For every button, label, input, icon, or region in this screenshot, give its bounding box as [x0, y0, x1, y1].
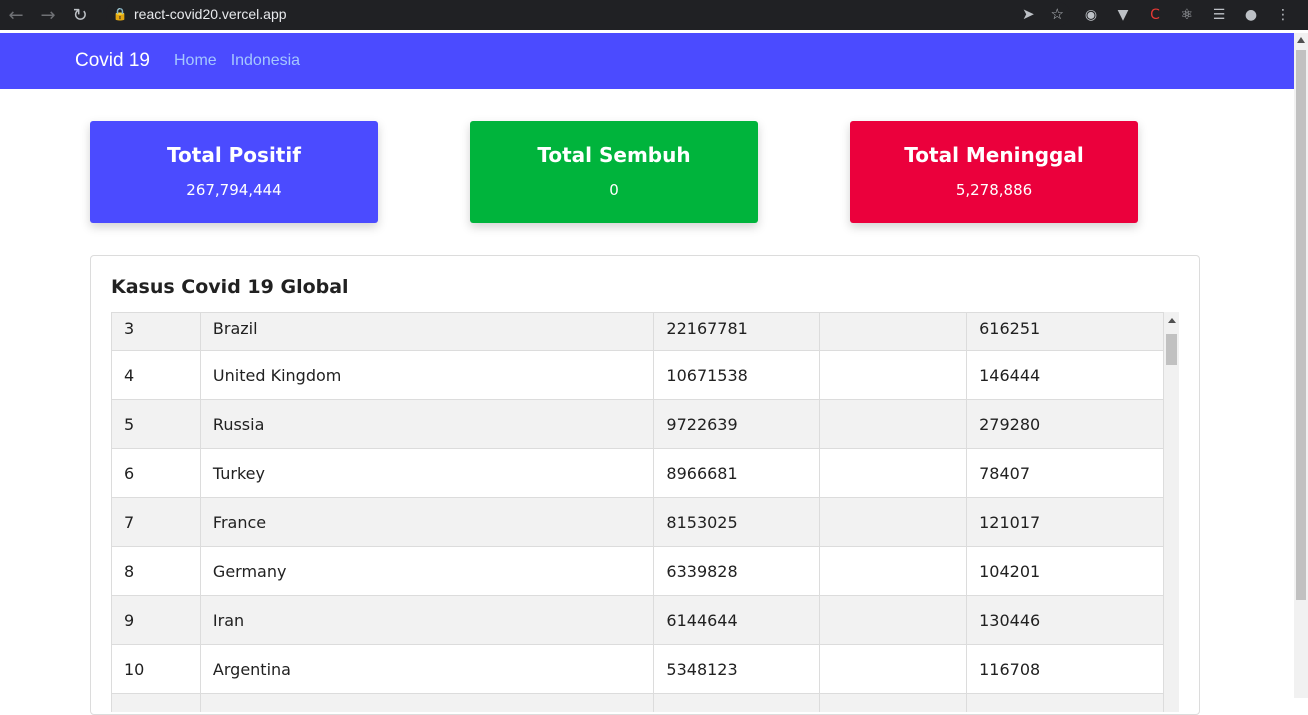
cell-recovered — [819, 448, 968, 498]
forward-icon[interactable]: → — [32, 0, 64, 30]
reload-icon[interactable]: ↻ — [64, 0, 96, 30]
cell-recovered — [819, 497, 968, 547]
cell-no: 7 — [111, 497, 201, 547]
extension-icon[interactable]: ◉ — [1080, 4, 1102, 26]
cell-cases: 22167781 — [653, 312, 821, 351]
cell-country: Turkey — [199, 448, 655, 498]
scroll-up-icon[interactable] — [1297, 37, 1305, 43]
panel-title: Kasus Covid 19 Global — [111, 276, 349, 298]
cell-cases — [653, 693, 821, 712]
table-row: 6 Turkey 8966681 78407 — [111, 448, 1164, 498]
navbar: Covid 19 Home Indonesia — [0, 33, 1294, 89]
back-icon[interactable]: ← — [0, 0, 32, 30]
lock-icon: 🔒 — [112, 7, 128, 21]
total-positif-card: Total Positif 267,794,444 — [90, 121, 378, 223]
extension-icon[interactable]: C — [1144, 4, 1166, 26]
cell-cases: 5348123 — [653, 644, 821, 694]
star-icon[interactable]: ☆ — [1051, 5, 1064, 23]
nav-link-home[interactable]: Home — [174, 52, 217, 70]
cell-no — [111, 693, 201, 712]
cell-country: Iran — [199, 595, 655, 645]
scrollbar-thumb[interactable] — [1166, 334, 1177, 365]
cell-deaths: 616251 — [966, 312, 1164, 351]
cell-no: 8 — [111, 546, 201, 596]
cases-table: 3 Brazil 22167781 616251 4 United Kingdom 1067… — [111, 312, 1164, 712]
address-bar[interactable]: 🔒 react-covid20.vercel.app ➤ ☆ — [106, 2, 1070, 26]
cell-deaths: 121017 — [966, 497, 1164, 547]
table-row — [111, 693, 1164, 712]
cell-recovered — [819, 595, 968, 645]
cell-no: 3 — [111, 312, 201, 351]
table-row: 10 Argentina 5348123 116708 — [111, 644, 1164, 694]
browser-toolbar: ← → ↻ 🔒 react-covid20.vercel.app ➤ ☆ ◉ ▼… — [0, 0, 1308, 30]
extension-icon[interactable]: ▼ — [1112, 4, 1134, 26]
table-scrollbar[interactable] — [1164, 312, 1179, 712]
cell-cases: 6339828 — [653, 546, 821, 596]
cell-cases: 10671538 — [653, 350, 821, 400]
cell-cases: 6144644 — [653, 595, 821, 645]
cell-deaths: 279280 — [966, 399, 1164, 449]
cell-no: 10 — [111, 644, 201, 694]
table-row: 3 Brazil 22167781 616251 — [111, 312, 1164, 351]
cell-no: 9 — [111, 595, 201, 645]
total-meninggal-card: Total Meninggal 5,278,886 — [850, 121, 1138, 223]
table-row: 8 Germany 6339828 104201 — [111, 546, 1164, 596]
reading-list-icon[interactable]: ☰ — [1208, 4, 1230, 26]
cell-country: Russia — [199, 399, 655, 449]
puzzle-icon[interactable]: ⚛ — [1176, 4, 1198, 26]
cell-deaths: 130446 — [966, 595, 1164, 645]
profile-icon[interactable]: ● — [1240, 4, 1262, 26]
cell-no: 4 — [111, 350, 201, 400]
cell-country — [199, 693, 655, 712]
send-icon[interactable]: ➤ — [1022, 5, 1035, 23]
cell-cases: 9722639 — [653, 399, 821, 449]
card-title: Total Sembuh — [537, 143, 691, 167]
cell-deaths: 116708 — [966, 644, 1164, 694]
cell-deaths: 78407 — [966, 448, 1164, 498]
global-cases-panel: Kasus Covid 19 Global 3 Brazil 22167781 616… — [90, 255, 1200, 715]
menu-icon[interactable]: ⋮ — [1272, 4, 1294, 26]
cell-recovered — [819, 399, 968, 449]
cell-country: Germany — [199, 546, 655, 596]
card-value: 267,794,444 — [186, 181, 282, 199]
cell-recovered — [819, 350, 968, 400]
cell-deaths — [966, 693, 1164, 712]
cell-country: Argentina — [199, 644, 655, 694]
nav-link-indonesia[interactable]: Indonesia — [231, 52, 300, 70]
cell-no: 6 — [111, 448, 201, 498]
cell-no: 5 — [111, 399, 201, 449]
cell-recovered — [819, 312, 968, 351]
brand-link[interactable]: Covid 19 — [75, 50, 150, 72]
cell-country: United Kingdom — [199, 350, 655, 400]
cell-recovered — [819, 644, 968, 694]
card-title: Total Positif — [167, 143, 301, 167]
cell-deaths: 146444 — [966, 350, 1164, 400]
table-row: 9 Iran 6144644 130446 — [111, 595, 1164, 645]
url-text[interactable]: react-covid20.vercel.app — [134, 6, 287, 22]
cell-deaths: 104201 — [966, 546, 1164, 596]
table-row: 7 France 8153025 121017 — [111, 497, 1164, 547]
card-value: 0 — [609, 181, 619, 199]
scrollbar-thumb[interactable] — [1296, 50, 1306, 600]
cell-country: Brazil — [199, 312, 655, 351]
scroll-up-icon[interactable] — [1168, 318, 1176, 323]
table-scroll-area[interactable]: 3 Brazil 22167781 616251 4 United Kingdom 1067… — [111, 312, 1179, 712]
cell-cases: 8153025 — [653, 497, 821, 547]
cell-cases: 8966681 — [653, 448, 821, 498]
page-scrollbar[interactable] — [1294, 33, 1308, 698]
card-title: Total Meninggal — [904, 143, 1084, 167]
cell-recovered — [819, 546, 968, 596]
table-row: 4 United Kingdom 10671538 146444 — [111, 350, 1164, 400]
card-value: 5,278,886 — [955, 181, 1033, 199]
cell-recovered — [819, 693, 968, 712]
table-row: 5 Russia 9722639 279280 — [111, 399, 1164, 449]
cell-country: France — [199, 497, 655, 547]
total-sembuh-card: Total Sembuh 0 — [470, 121, 758, 223]
